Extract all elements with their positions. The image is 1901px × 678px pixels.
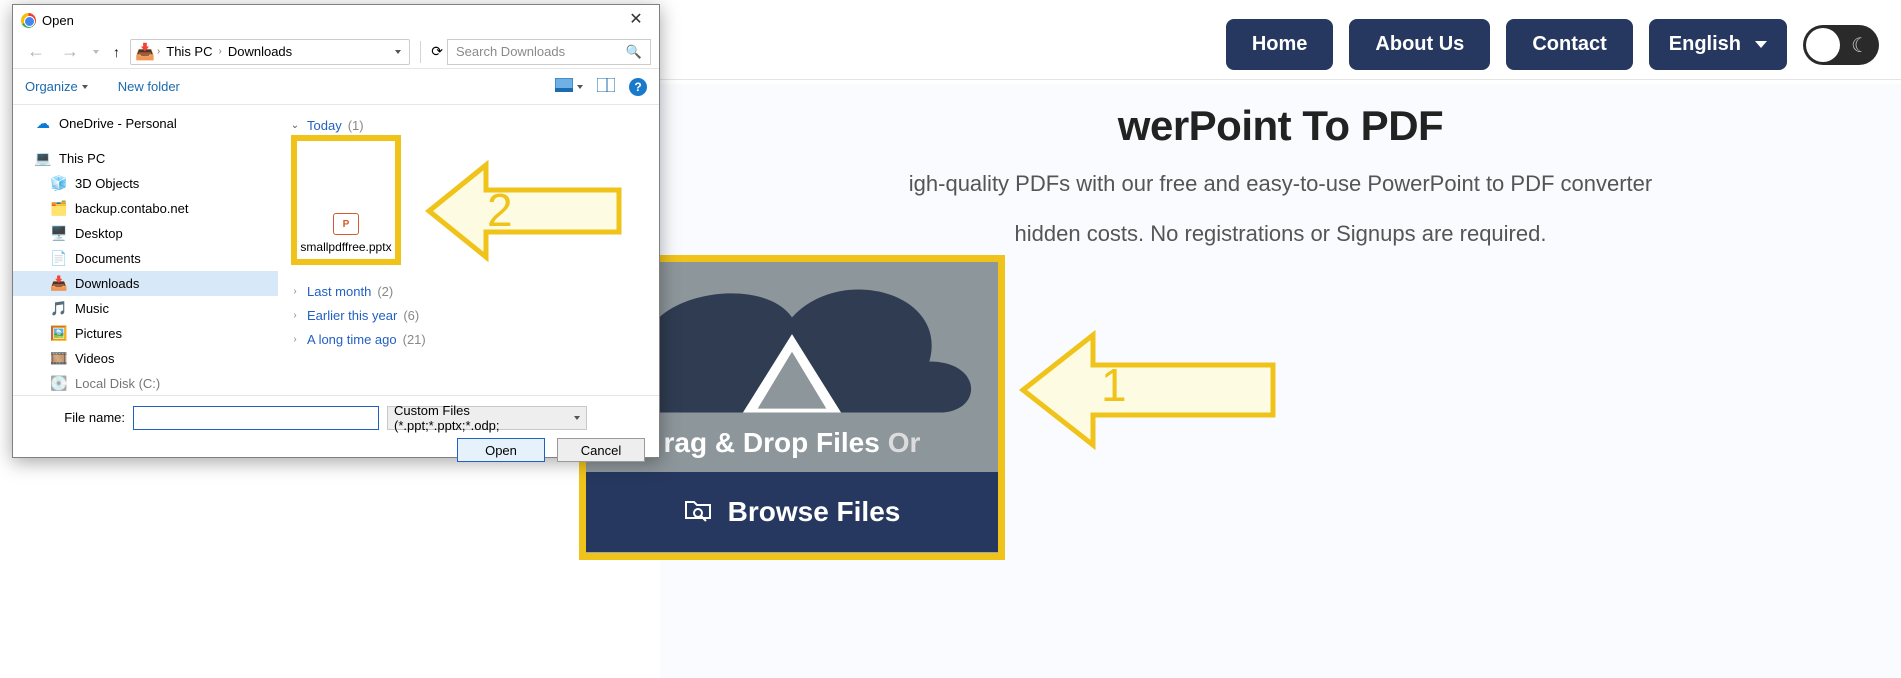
address-bar[interactable]: 📥 › This PC › Downloads (130, 39, 410, 65)
view-mode-button[interactable] (555, 78, 583, 95)
help-button[interactable]: ? (629, 78, 647, 96)
filename-input[interactable] (133, 406, 379, 430)
pc-icon: 💻 (35, 151, 51, 167)
chevron-down-icon: ⌄ (289, 120, 301, 131)
tree-onedrive[interactable]: ☁OneDrive - Personal (13, 111, 278, 136)
drag-drop-label: rag & Drop Files (664, 427, 880, 459)
group-today[interactable]: ⌄ Today (1) (289, 113, 649, 137)
nav-language-select[interactable]: English (1649, 19, 1787, 70)
organize-menu[interactable]: Organize (25, 79, 88, 94)
chevron-right-icon: › (289, 310, 301, 321)
nav-about[interactable]: About Us (1349, 19, 1490, 70)
folder-down-icon: 📥 (135, 42, 155, 62)
annotation-num-2: 2 (487, 183, 513, 237)
chrome-icon (21, 13, 36, 28)
annotation-arrow-2 (424, 157, 624, 265)
tree-videos[interactable]: 🎞️Videos (13, 346, 278, 371)
group-longago[interactable]: › A long time ago (21) (289, 327, 649, 351)
chevron-down-icon (577, 85, 583, 89)
tree-downloads[interactable]: 📥Downloads (13, 271, 278, 296)
file-name: smallpdffree.pptx (300, 241, 391, 255)
chevron-right-icon: › (157, 46, 160, 57)
breadcrumb-thispc[interactable]: This PC (162, 44, 216, 59)
nav-forward[interactable]: → (55, 41, 85, 62)
chevron-right-icon: › (289, 286, 301, 297)
search-input[interactable]: Search Downloads 🔍 (447, 39, 651, 65)
group-lastmonth[interactable]: › Last month (2) (289, 279, 649, 303)
videos-icon: 🎞️ (51, 351, 67, 367)
cancel-button[interactable]: Cancel (557, 438, 645, 462)
nav-up[interactable]: ↑ (107, 44, 126, 60)
tree-localdisk[interactable]: 💽Local Disk (C:) (13, 371, 278, 395)
documents-icon: 📄 (51, 251, 67, 267)
file-thumb-smallpdffree[interactable]: P smallpdffree.pptx (291, 135, 401, 265)
chevron-right-icon: › (219, 46, 222, 57)
downloads-icon: 📥 (51, 276, 67, 292)
moon-icon: ☾ (1851, 33, 1869, 58)
nav-home[interactable]: Home (1226, 19, 1334, 70)
nav-back[interactable]: ← (21, 41, 51, 62)
hero-line2: hidden costs. No registrations or Signup… (660, 218, 1901, 250)
chevron-down-icon (574, 416, 580, 420)
nav-contact[interactable]: Contact (1506, 19, 1632, 70)
music-icon: 🎵 (51, 301, 67, 317)
cube-icon: 🧊 (51, 176, 67, 192)
theme-toggle[interactable]: ☾ (1803, 25, 1879, 65)
toggle-knob (1806, 28, 1840, 62)
thumbnail-icon (555, 78, 573, 95)
powerpoint-icon: P (333, 213, 359, 235)
filename-label: File name: (64, 410, 125, 425)
page-title: werPoint To PDF (660, 102, 1901, 150)
chevron-right-icon: › (289, 334, 301, 345)
search-icon: 🔍 (626, 44, 642, 60)
tree-backup[interactable]: 🗂️backup.contabo.net (13, 196, 278, 221)
nav-tree: ☁OneDrive - Personal 💻This PC 🧊3D Object… (13, 105, 279, 395)
refresh-button[interactable]: ⟳ (431, 43, 443, 60)
nav-recent[interactable] (93, 50, 99, 54)
browse-files-label: Browse Files (728, 496, 901, 528)
disk-icon: 💽 (51, 376, 67, 392)
preview-pane-button[interactable] (597, 78, 615, 95)
filetype-select[interactable]: Custom Files (*.ppt;*.pptx;*.odp; (387, 406, 587, 430)
search-placeholder: Search Downloads (456, 44, 565, 59)
chevron-down-icon (1755, 41, 1767, 48)
open-button[interactable]: Open (457, 438, 545, 462)
drag-drop-or: Or (888, 427, 921, 459)
close-button[interactable]: ✕ (613, 5, 659, 35)
dialog-title: Open (42, 13, 74, 28)
addr-chevron-down[interactable] (395, 50, 401, 54)
desktop-icon: 🖥️ (51, 226, 67, 242)
hero-line1: igh-quality PDFs with our free and easy-… (660, 168, 1901, 200)
tree-thispc[interactable]: 💻This PC (13, 146, 278, 171)
tree-3dobjects[interactable]: 🧊3D Objects (13, 171, 278, 196)
nav-language-label: English (1669, 33, 1741, 56)
tree-music[interactable]: 🎵Music (13, 296, 278, 321)
tree-desktop[interactable]: 🖥️Desktop (13, 221, 278, 246)
annotation-arrow-1 (1018, 325, 1278, 455)
tree-pictures[interactable]: 🖼️Pictures (13, 321, 278, 346)
network-drive-icon: 🗂️ (51, 201, 67, 217)
tree-documents[interactable]: 📄Documents (13, 246, 278, 271)
annotation-num-1: 1 (1101, 358, 1127, 412)
browse-files-button[interactable]: Browse Files (586, 472, 998, 552)
new-folder-button[interactable]: New folder (118, 79, 180, 94)
pictures-icon: 🖼️ (51, 326, 67, 342)
group-earlieryear[interactable]: › Earlier this year (6) (289, 303, 649, 327)
breadcrumb-downloads[interactable]: Downloads (224, 44, 296, 59)
cloud-icon: ☁ (35, 116, 51, 132)
folder-search-icon (684, 496, 712, 529)
